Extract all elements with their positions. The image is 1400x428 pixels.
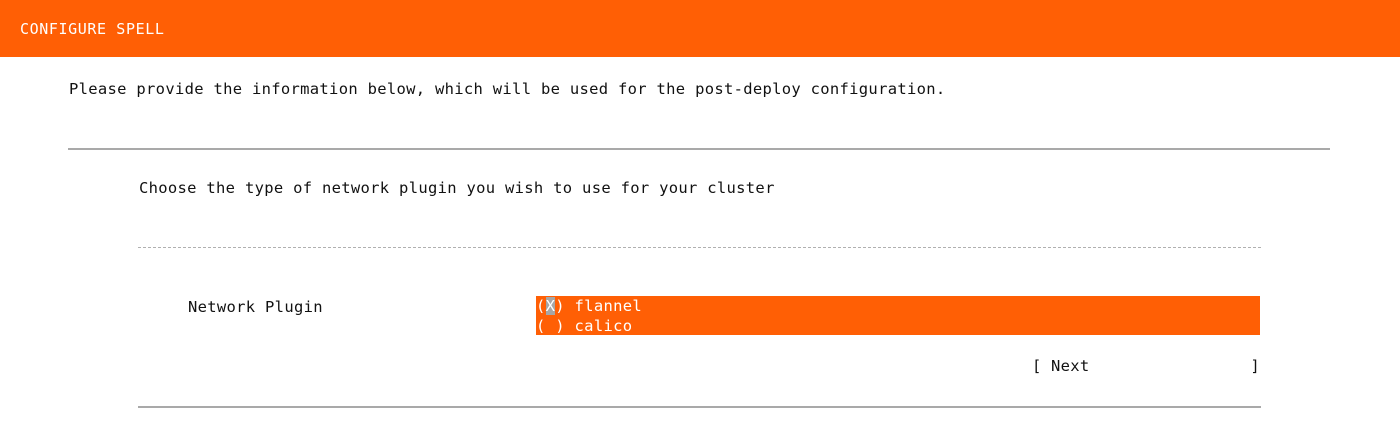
radio-button[interactable]: ( ) bbox=[536, 316, 565, 336]
radio-button-selected[interactable]: (X) bbox=[536, 296, 565, 316]
next-button-label: Next bbox=[1051, 357, 1090, 375]
cursor: X bbox=[545, 297, 556, 315]
radio-option-label: flannel bbox=[564, 297, 642, 315]
divider bbox=[138, 406, 1261, 408]
next-button[interactable]: [ Next ] bbox=[1032, 357, 1260, 377]
configure-spell-screen: CONFIGURE SPELL Please provide the infor… bbox=[0, 0, 1400, 428]
instructions-text: Please provide the information below, wh… bbox=[69, 80, 946, 98]
button-bracket-left: [ bbox=[1032, 357, 1042, 375]
network-plugin-label: Network Plugin bbox=[188, 298, 323, 316]
page-title: CONFIGURE SPELL bbox=[20, 20, 165, 38]
network-plugin-radio-group[interactable]: (X) flannel ( ) calico bbox=[536, 296, 1260, 335]
radio-option-calico[interactable]: ( ) calico bbox=[536, 316, 632, 336]
question-text: Choose the type of network plugin you wi… bbox=[139, 179, 775, 197]
radio-option-flannel[interactable]: (X) flannel bbox=[536, 296, 642, 316]
radio-option-label: calico bbox=[564, 317, 633, 335]
divider bbox=[68, 148, 1330, 150]
divider bbox=[138, 247, 1261, 248]
header-bar: CONFIGURE SPELL bbox=[0, 0, 1400, 57]
button-bracket-right: ] bbox=[1250, 357, 1260, 375]
